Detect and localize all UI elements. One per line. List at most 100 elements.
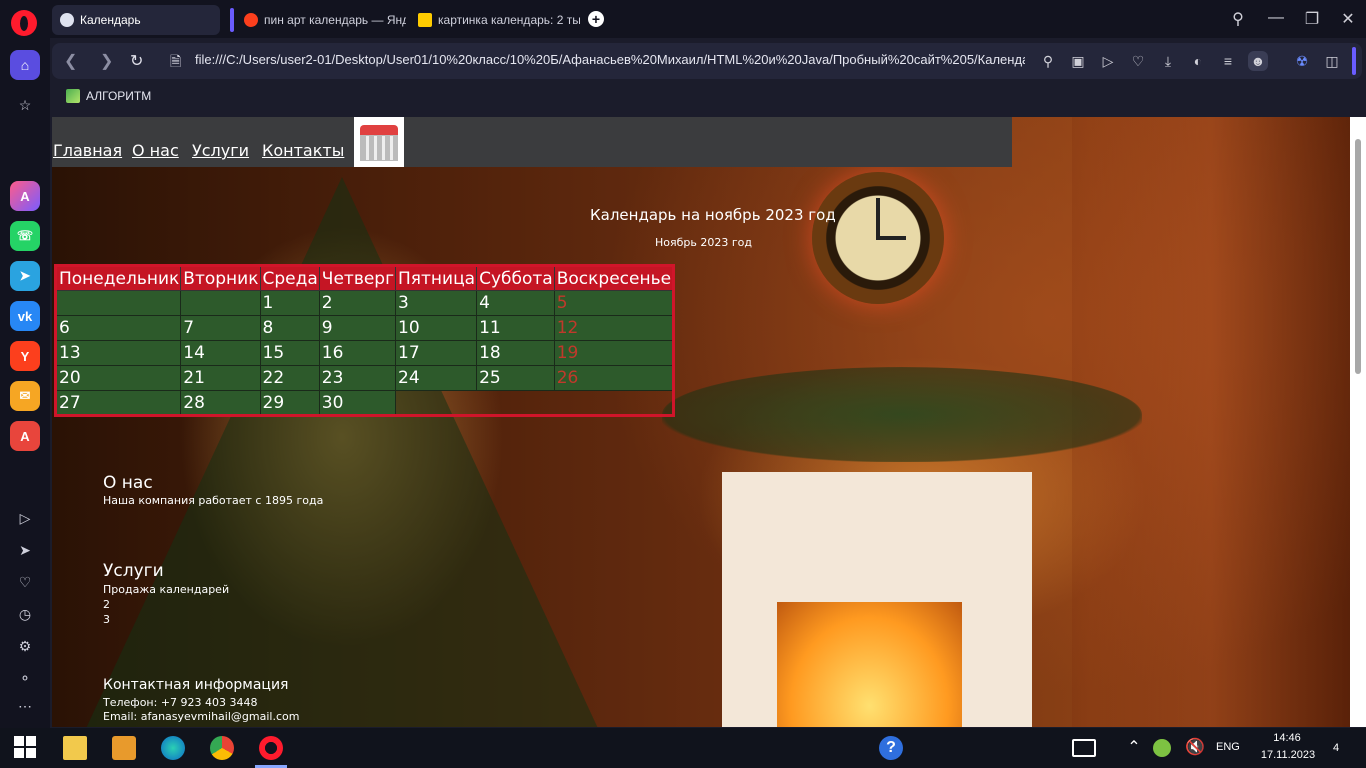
camera-icon[interactable]: ▣ [1068,51,1088,71]
vk-icon[interactable]: vk [10,301,40,331]
calendar-week-row: 20 21 22 23 24 25 26 [54,365,675,391]
day-cell: 21 [180,365,261,391]
bookmark-algoritm[interactable]: АЛГОРИТМ [66,89,151,103]
day-cell: 13 [54,340,182,366]
help-icon[interactable]: ? [879,736,903,760]
taskbar-date[interactable]: 17.11.2023 [1256,749,1320,761]
muted-speaker-icon[interactable]: 🔇 [1183,736,1207,760]
tab-yandex-search[interactable]: пин арт календарь — Янд [236,5,406,35]
nav-link-home[interactable]: Главная [53,141,122,160]
minimize-button[interactable]: — [1266,9,1286,27]
language-indicator[interactable]: ENG [1216,741,1240,753]
background-picture [1072,117,1350,727]
about-title: О нас [103,473,153,493]
send-icon[interactable]: ➤ [10,535,40,565]
chrome-icon[interactable] [210,736,234,760]
weekday-header: Среда [259,265,320,291]
nav-link-services[interactable]: Услуги [192,141,249,160]
day-cell: 24 [395,365,478,391]
download-icon[interactable]: ⤓ [1158,51,1178,71]
maximize-button[interactable]: ❐ [1302,9,1322,29]
globe-icon [60,13,74,27]
search-tabs-icon[interactable]: ⚲ [1228,9,1248,29]
day-cell: 17 [395,340,478,366]
yandex-icon[interactable]: Y [10,341,40,371]
services-item: 3 [103,613,110,626]
forward-button[interactable]: ❯ [100,51,113,71]
day-cell: 14 [180,340,261,366]
translate-icon[interactable]: A [10,421,40,451]
page-scrollbar[interactable] [1350,117,1366,727]
day-cell: 1 [259,290,320,316]
calendar-week-row: 27 28 29 30 [54,390,674,416]
start-icon[interactable] [14,736,38,760]
player-icon[interactable]: ▷ [10,503,40,533]
about-text: Наша компания работает с 1895 года [103,494,324,507]
images-icon [418,13,432,27]
day-cell: 2 [318,290,397,316]
services-title: Услуги [103,561,164,581]
calendar-week-row: 1 2 3 4 5 [54,290,675,316]
nav-link-about[interactable]: О нас [132,141,179,160]
reload-button[interactable]: ↻ [130,51,143,71]
notifications-icon[interactable]: 4 [1324,736,1348,760]
day-cell: 6 [54,315,182,341]
sublime-text-icon[interactable] [112,736,136,760]
calendar-week-row: 13 14 15 16 17 18 19 [54,340,675,366]
bulb-icon[interactable]: ⚬ [10,663,40,693]
day-cell: 20 [54,365,182,391]
day-cell: 11 [476,315,555,341]
tab-image-search[interactable]: картинка календарь: 2 ты [410,5,580,35]
scrollbar-thumb[interactable] [1355,139,1361,374]
back-button[interactable]: ❮ [64,51,77,71]
profile-icon[interactable]: ☻ [1248,51,1268,71]
history-icon[interactable]: ◷ [10,599,40,629]
taskbar-time[interactable]: 14:46 [1265,732,1309,744]
file-explorer-icon[interactable] [63,736,87,760]
day-cell: 3 [395,290,478,316]
tray-app-icon[interactable] [1153,739,1171,757]
calendar-table: Понедельник Вторник Среда Четверг Пятниц… [54,264,676,417]
day-cell: 15 [259,340,320,366]
contacts-email: Email: afanasyevmihail@gmail.com [103,710,300,723]
heart-icon[interactable]: ♡ [10,567,40,597]
day-cell-empty [554,391,673,416]
tab-calendar[interactable]: Календарь [52,5,220,35]
calendar-caption: Ноябрь 2023 год [655,236,752,249]
aria-icon[interactable]: A [10,181,40,211]
menu-icon[interactable]: ≡ [1218,51,1238,71]
day-cell-empty [396,391,477,416]
address-bar[interactable]: file:///C:/Users/user2-01/Desktop/User01… [195,52,1025,67]
yandex-icon [244,13,258,27]
whatsapp-icon[interactable]: ☏ [10,221,40,251]
search-icon[interactable]: ⚲ [1038,51,1058,71]
mail-icon[interactable]: ✉ [10,381,40,411]
weekday-header: Пятница [395,265,478,291]
settings-icon[interactable]: ⚙ [10,631,40,661]
star-icon[interactable]: ☆ [10,90,40,120]
new-tab-button[interactable]: + [588,11,604,27]
day-cell: 28 [180,390,261,416]
easy-setup-icon[interactable]: ◐ [1188,51,1208,71]
calendar-header-row: Понедельник Вторник Среда Четверг Пятниц… [54,265,675,291]
day-cell: 18 [476,340,555,366]
telegram-icon[interactable]: ➤ [10,261,40,291]
day-cell-sunday: 12 [553,315,675,341]
day-cell [54,290,182,316]
play-icon[interactable]: ▷ [1098,51,1118,71]
close-button[interactable]: ✕ [1338,9,1358,29]
more-icon[interactable]: ⋯ [10,691,40,721]
opera-menu-icon[interactable] [11,10,37,36]
edge-icon[interactable] [161,736,185,760]
home-icon[interactable]: ⌂ [10,50,40,80]
nav-link-contacts[interactable]: Контакты [262,141,344,160]
calendar-icon [354,117,404,167]
day-cell-empty [477,391,555,416]
news-icon[interactable] [1072,739,1096,757]
opera-icon[interactable] [255,736,287,768]
page-title: Календарь на ноябрь 2023 год [590,206,836,224]
heart-icon[interactable]: ♡ [1128,51,1148,71]
chevron-up-icon[interactable]: ⌃ [1122,736,1146,760]
cart-icon[interactable]: ☢ [1292,51,1312,71]
box-icon[interactable]: ◫ [1322,51,1342,71]
